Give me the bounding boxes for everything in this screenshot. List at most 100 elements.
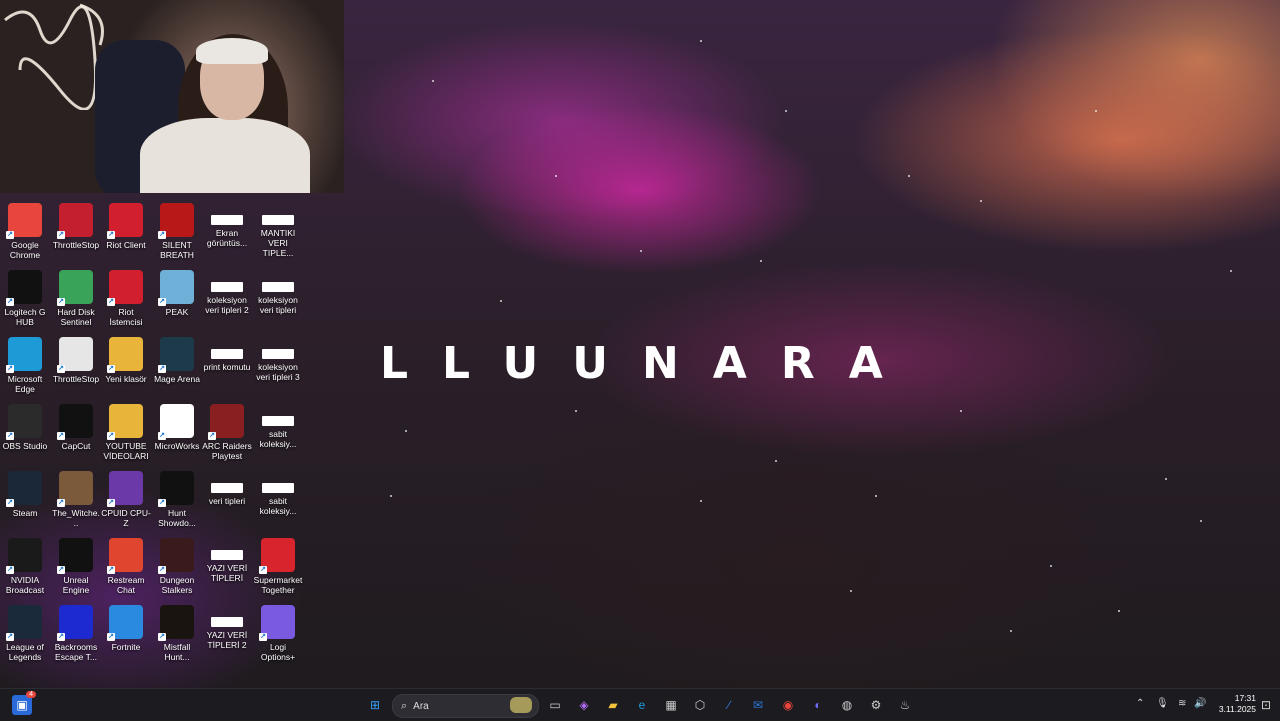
mage-arena-icon: ↗: [158, 337, 194, 373]
wifi-icon[interactable]: ≋: [1178, 698, 1186, 709]
desktop-icon[interactable]: koleksiyon veri tipleri 3: [253, 337, 303, 401]
notification-center-button[interactable]: ⊡: [1256, 695, 1276, 715]
desktop-icon[interactable]: sabit koleksiy...: [253, 471, 303, 535]
clock-date: 3.11.2025: [1218, 704, 1256, 714]
shortcut-arrow-icon: ↗: [107, 633, 115, 641]
desktop-icon[interactable]: ↗ Restream Chat: [101, 538, 151, 602]
desktop-icon-label: Google Chrome: [9, 240, 41, 260]
desktop-icon[interactable]: ↗ MicroWorks: [152, 404, 202, 468]
desktop-icon[interactable]: ↗ ARC Raiders Playtest: [202, 404, 252, 468]
taskbar-clock[interactable]: 17:31 3.11.2025: [1210, 693, 1256, 715]
taskbar-app-button[interactable]: ∕: [719, 695, 739, 715]
file-explorer-icon: ▰: [608, 698, 618, 712]
desktop-icon[interactable]: YAZI VERİ TİPLERİ: [202, 538, 252, 602]
taskbar-app-button[interactable]: ◍: [837, 695, 857, 715]
desktop-icon[interactable]: ↗ Unreal Engine: [51, 538, 101, 602]
desktop-icon[interactable]: veri tipleri: [202, 471, 252, 535]
desktop-icon[interactable]: ↗ NVIDIA Broadcast: [0, 538, 50, 602]
chevron-up-icon[interactable]: ⌃: [1136, 698, 1144, 709]
taskbar-app-button[interactable]: ⊞: [365, 695, 385, 715]
taskbar-app-button[interactable]: ◈: [574, 695, 594, 715]
shortcut-arrow-icon: ↗: [6, 298, 14, 306]
star: [785, 110, 787, 112]
desktop-icon[interactable]: ↗ Backrooms Escape T...: [51, 605, 101, 669]
desktop-icon[interactable]: print komutu: [202, 337, 252, 401]
widgets-button[interactable]: ▣ 4: [12, 691, 36, 715]
star: [850, 590, 852, 592]
desktop-icon[interactable]: ↗ Hard Disk Sentinel: [51, 270, 101, 334]
taskbar-app-button[interactable]: ▦: [661, 695, 681, 715]
document-icon: [211, 215, 243, 225]
desktop-icon[interactable]: ↗ Microsoft Edge: [0, 337, 50, 401]
desktop-icon[interactable]: ↗ Hunt Showdo...: [152, 471, 202, 535]
desktop-icon-label: CPUID CPU-Z: [101, 508, 151, 528]
widgets-icon: ▣: [16, 698, 28, 712]
desktop-icon-label: YOUTUBE VİDEOLARI: [103, 441, 149, 461]
dungeon-stalkers-icon: ↗: [158, 538, 194, 574]
volume-icon[interactable]: 🔊: [1194, 698, 1206, 709]
desktop-icon[interactable]: ↗ CPUID CPU-Z: [101, 471, 151, 535]
desktop-icon[interactable]: ↗ ThrottleStop: [51, 203, 101, 267]
desktop-icon[interactable]: ↗ Riot Client: [101, 203, 151, 267]
desktop-icon[interactable]: Ekran görüntüs...: [202, 203, 252, 267]
document-icon: [262, 416, 294, 426]
star: [700, 500, 702, 502]
desktop-icon[interactable]: ↗ CapCut: [51, 404, 101, 468]
league-icon: ↗: [6, 605, 42, 641]
taskbar-app-button[interactable]: ▭: [545, 695, 565, 715]
steam-icon: ♨: [899, 698, 911, 712]
desktop-icon[interactable]: ↗ Steam: [0, 471, 50, 535]
shortcut-arrow-icon: ↗: [57, 365, 65, 373]
document-icon: [211, 617, 243, 627]
shortcut-arrow-icon: ↗: [158, 432, 166, 440]
desktop-icon[interactable]: YAZI VERİ TİPLERİ 2: [202, 605, 252, 669]
folder-icon: ↗: [107, 337, 143, 373]
desktop-icon[interactable]: ↗ Dungeon Stalkers: [152, 538, 202, 602]
desktop-icon-label: Mistfall Hunt...: [163, 642, 191, 662]
desktop-icon[interactable]: ↗ OBS Studio: [0, 404, 50, 468]
shortcut-arrow-icon: ↗: [107, 432, 115, 440]
taskbar-app-button[interactable]: e: [632, 695, 652, 715]
desktop-icon[interactable]: ↗ PEAK: [152, 270, 202, 334]
desktop-icon[interactable]: sabit koleksiy...: [253, 404, 303, 468]
desktop-icon[interactable]: ↗ Logi Options+: [253, 605, 303, 669]
desktop-icon[interactable]: ↗ Yeni klasör: [101, 337, 151, 401]
desktop-icon[interactable]: ↗ Riot İstemcisi: [101, 270, 151, 334]
desktop-icon-label: League of Legends: [6, 642, 44, 662]
shortcut-arrow-icon: ↗: [57, 633, 65, 641]
desktop-icon[interactable]: ↗ Fortnite: [101, 605, 151, 669]
desktop-icon[interactable]: ↗ Google Chrome: [0, 203, 50, 267]
desktop-icon[interactable]: ↗ SILENT BREATH: [152, 203, 202, 267]
throttlestop-icon: ↗: [57, 203, 93, 239]
star: [1165, 478, 1167, 480]
desktop-icon[interactable]: koleksiyon veri tipleri: [253, 270, 303, 334]
microphone-icon[interactable]: 🎙: [1156, 698, 1169, 709]
person-headband: [196, 38, 268, 64]
shortcut-arrow-icon: ↗: [57, 432, 65, 440]
arc-raiders-icon: ↗: [208, 404, 244, 440]
desktop-icon-label: Riot Client: [106, 240, 146, 250]
desktop-icon[interactable]: MANTIKI VERI TIPLE...: [253, 203, 303, 267]
shortcut-arrow-icon: ↗: [158, 499, 166, 507]
taskbar-app-button[interactable]: ⬡: [690, 695, 710, 715]
desktop-icon-label: MicroWorks: [154, 441, 200, 451]
desktop-icon[interactable]: ↗ Mistfall Hunt...: [152, 605, 202, 669]
desktop-icon[interactable]: ↗ YOUTUBE VİDEOLARI: [101, 404, 151, 468]
chrome-icon: ↗: [6, 203, 42, 239]
desktop-icon[interactable]: ↗ Logitech G HUB: [0, 270, 50, 334]
taskbar-app-button[interactable]: ▰: [603, 695, 623, 715]
desktop-icon[interactable]: ↗ Mage Arena: [152, 337, 202, 401]
taskbar-app-button[interactable]: ◐: [808, 695, 828, 715]
taskbar-app-button[interactable]: ◉: [778, 695, 798, 715]
taskbar-search-box[interactable]: ⌕ Ara: [392, 694, 539, 718]
desktop-icon-label: ARC Raiders Playtest: [202, 441, 252, 461]
desktop-icon[interactable]: koleksiyon veri tipleri 2: [202, 270, 252, 334]
taskbar-app-button[interactable]: ♨: [895, 695, 915, 715]
desktop-icon[interactable]: ↗ ThrottleStop: [51, 337, 101, 401]
taskbar-app-button[interactable]: ✉: [748, 695, 768, 715]
desktop-icon[interactable]: ↗ League of Legends: [0, 605, 50, 669]
taskbar-app-button[interactable]: ⚙: [866, 695, 886, 715]
outlook-icon: ✉: [752, 698, 764, 712]
desktop-icon[interactable]: ↗ Supermarket Together: [253, 538, 303, 602]
desktop-icon[interactable]: ↗ The_Witche...: [51, 471, 101, 535]
